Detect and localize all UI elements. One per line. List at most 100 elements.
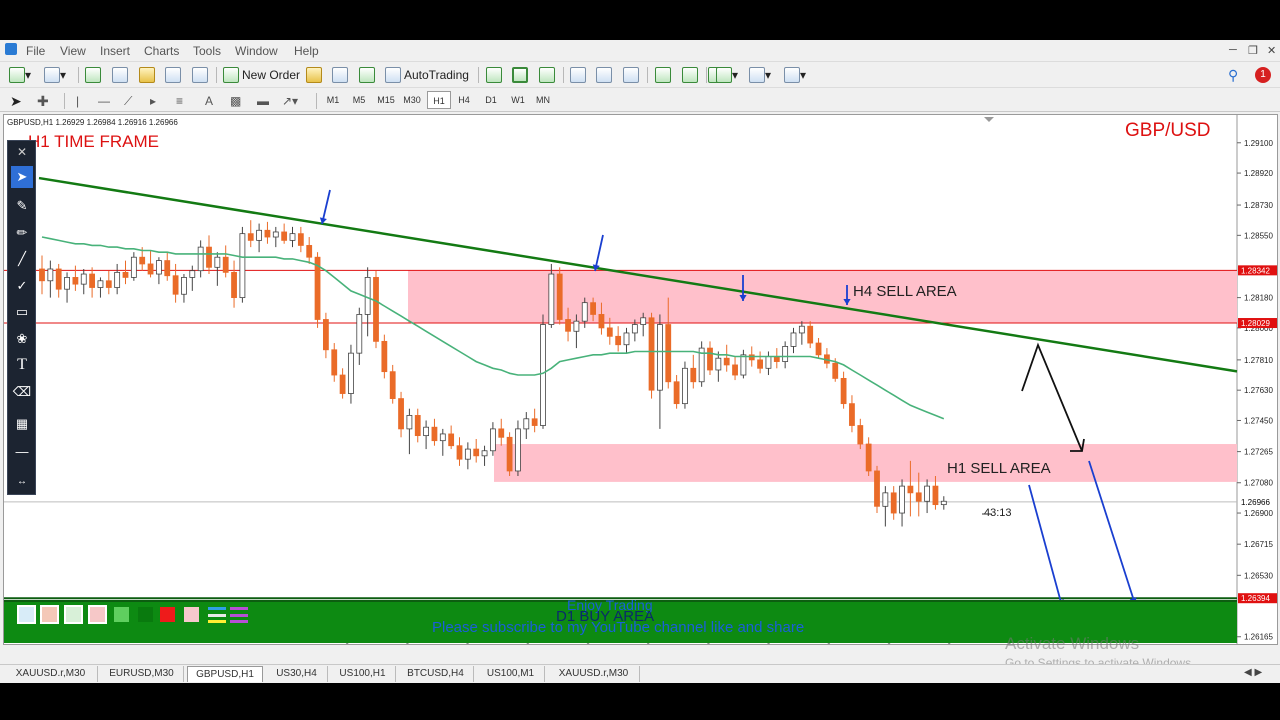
color-swatch[interactable] bbox=[17, 605, 36, 624]
zoom-in-icon[interactable] bbox=[570, 65, 586, 85]
timeframe-mn[interactable]: MN bbox=[531, 91, 555, 109]
strategy-tester-icon[interactable] bbox=[192, 65, 208, 85]
timeframe-m15[interactable]: M15 bbox=[374, 91, 398, 109]
new-chart-icon[interactable]: ▾ bbox=[9, 65, 31, 85]
notifications-icon[interactable]: 1 bbox=[1255, 65, 1271, 85]
marker-icon[interactable]: ✏ bbox=[11, 222, 33, 244]
thickness-icon[interactable]: — bbox=[11, 440, 33, 462]
rectangle-icon[interactable]: ▭ bbox=[11, 301, 33, 323]
line-icon[interactable]: ╱ bbox=[11, 248, 33, 270]
bullish-candle bbox=[489, 428, 496, 452]
tab-btcusd-h4[interactable]: BTCUSD,H4 bbox=[398, 666, 474, 682]
menu-insert[interactable]: Insert bbox=[100, 44, 130, 58]
activation-watermark-title: Activate Windows bbox=[1005, 634, 1140, 653]
h4-sell-label: H4 SELL AREA bbox=[853, 283, 957, 300]
indicators-icon[interactable]: ▾ bbox=[716, 65, 738, 85]
text-tool-icon[interactable]: A bbox=[205, 91, 213, 111]
color-swatch[interactable] bbox=[64, 605, 83, 624]
navigator-icon[interactable] bbox=[139, 65, 155, 85]
close-icon[interactable]: ✕ bbox=[1267, 44, 1276, 57]
menu-help[interactable]: Help bbox=[294, 44, 319, 58]
bearish-candle bbox=[498, 428, 505, 438]
channel-icon[interactable]: ▸ bbox=[150, 91, 156, 111]
menu-view[interactable]: View bbox=[60, 44, 86, 58]
zoom-out-icon[interactable] bbox=[596, 65, 612, 85]
bearish-candle bbox=[473, 448, 480, 457]
templates-icon[interactable]: ▾ bbox=[784, 65, 806, 85]
data-window-icon[interactable] bbox=[165, 65, 181, 85]
color-swatch[interactable] bbox=[158, 605, 177, 624]
timeframe-w1[interactable]: W1 bbox=[506, 91, 530, 109]
line-chart-icon[interactable] bbox=[539, 65, 555, 85]
line-style-swatch[interactable] bbox=[206, 606, 250, 625]
market-watch-icon[interactable] bbox=[85, 65, 101, 85]
bearish-candle bbox=[373, 277, 379, 342]
eraser-icon[interactable]: ⌫ bbox=[11, 381, 33, 403]
chart-shift-icon[interactable] bbox=[655, 65, 671, 85]
color-swatch[interactable] bbox=[112, 605, 131, 624]
h1-sell-label: H1 SELL AREA bbox=[947, 460, 1051, 477]
price-tick-label: 1.28550 bbox=[1244, 231, 1273, 240]
tab-eurusd-m30[interactable]: EURUSD,M30 bbox=[100, 666, 184, 682]
profiles-icon[interactable]: ▾ bbox=[44, 65, 66, 85]
fibonacci-icon[interactable]: ≡ bbox=[176, 91, 183, 111]
text-icon[interactable]: T bbox=[11, 354, 33, 376]
candlestick-chart-icon[interactable] bbox=[512, 65, 528, 85]
tab-xauusd-m30[interactable]: XAUUSD.r,M30 bbox=[4, 666, 98, 682]
brush-icon[interactable]: ✓ bbox=[11, 275, 33, 297]
palette-icon[interactable]: ❀ bbox=[11, 328, 33, 350]
autoscroll-icon[interactable] bbox=[682, 65, 698, 85]
expand-icon[interactable]: ↔ bbox=[11, 470, 33, 492]
timeframe-m5[interactable]: M5 bbox=[347, 91, 371, 109]
signals-icon[interactable] bbox=[332, 65, 348, 85]
color-swatch[interactable] bbox=[88, 605, 107, 624]
minimize-icon[interactable]: ─ bbox=[1229, 44, 1237, 56]
tile-windows-icon[interactable] bbox=[623, 65, 639, 85]
bearish-candle bbox=[556, 273, 563, 320]
timeframe-d1[interactable]: D1 bbox=[479, 91, 503, 109]
trendline-icon[interactable]: ⟋ bbox=[124, 91, 132, 111]
tab-us30-h4[interactable]: US30,H4 bbox=[266, 666, 328, 682]
bullish-candle bbox=[464, 448, 471, 460]
crosshair-icon[interactable]: ✚ bbox=[37, 91, 49, 111]
chart-window[interactable]: 1.29100 1.28920 1.28730 1.28550 1.28180 1.280… bbox=[3, 114, 1278, 645]
pencil-icon[interactable]: ✎ bbox=[11, 195, 33, 217]
bullish-candle bbox=[239, 233, 246, 299]
tab-xauusd-m30-2[interactable]: XAUUSD.r,M30 bbox=[548, 666, 640, 682]
horizontal-line-icon[interactable]: — bbox=[98, 91, 110, 111]
pointer-icon[interactable]: ➤ bbox=[11, 166, 33, 188]
timeframe-m1[interactable]: M1 bbox=[321, 91, 345, 109]
tabs-scroll-icon[interactable]: ◀ ▶ bbox=[1244, 667, 1262, 678]
close-panel-icon[interactable]: ✕ bbox=[11, 141, 33, 163]
crosshair-nav-icon[interactable] bbox=[112, 65, 128, 85]
arrows-icon[interactable]: ↗▾ bbox=[282, 91, 298, 111]
vertical-line-icon[interactable]: | bbox=[76, 91, 79, 111]
market-icon[interactable] bbox=[306, 65, 322, 85]
menu-window[interactable]: Window bbox=[235, 44, 278, 58]
price-chart[interactable]: 1.29100 1.28920 1.28730 1.28550 1.28180 1.280… bbox=[4, 115, 1278, 645]
menu-file[interactable]: File bbox=[26, 44, 45, 58]
timeframe-m30[interactable]: M30 bbox=[400, 91, 424, 109]
text-label-icon[interactable]: ▩ bbox=[230, 91, 241, 111]
search-icon[interactable]: ⚲ bbox=[1228, 65, 1238, 85]
bar-chart-icon[interactable] bbox=[486, 65, 502, 85]
color-swatch[interactable] bbox=[40, 605, 59, 624]
restore-icon[interactable]: ❐ bbox=[1248, 44, 1258, 57]
menu-charts[interactable]: Charts bbox=[144, 44, 179, 58]
metaeditor-icon[interactable] bbox=[359, 65, 375, 85]
color-swatch[interactable] bbox=[182, 605, 201, 624]
timeframe-h1[interactable]: H1 bbox=[427, 91, 451, 109]
checker-icon[interactable]: ▦ bbox=[11, 413, 33, 435]
color-swatch[interactable] bbox=[136, 605, 155, 624]
bullish-candle bbox=[540, 324, 546, 426]
timeframe-h4[interactable]: H4 bbox=[452, 91, 476, 109]
tab-us100-m1[interactable]: US100,M1 bbox=[477, 666, 545, 682]
menu-tools[interactable]: Tools bbox=[193, 44, 221, 58]
tab-gbpusd-h1[interactable]: GBPUSD,H1 bbox=[187, 666, 263, 682]
tab-us100-h1[interactable]: US100,H1 bbox=[330, 666, 396, 682]
new-order-button[interactable]: New Order bbox=[223, 65, 300, 85]
autotrading-button[interactable]: AutoTrading bbox=[385, 65, 469, 85]
cursor-icon[interactable]: ➤ bbox=[10, 91, 22, 111]
periods-icon[interactable]: ▾ bbox=[749, 65, 771, 85]
shapes-icon[interactable]: ▬ bbox=[257, 91, 269, 111]
